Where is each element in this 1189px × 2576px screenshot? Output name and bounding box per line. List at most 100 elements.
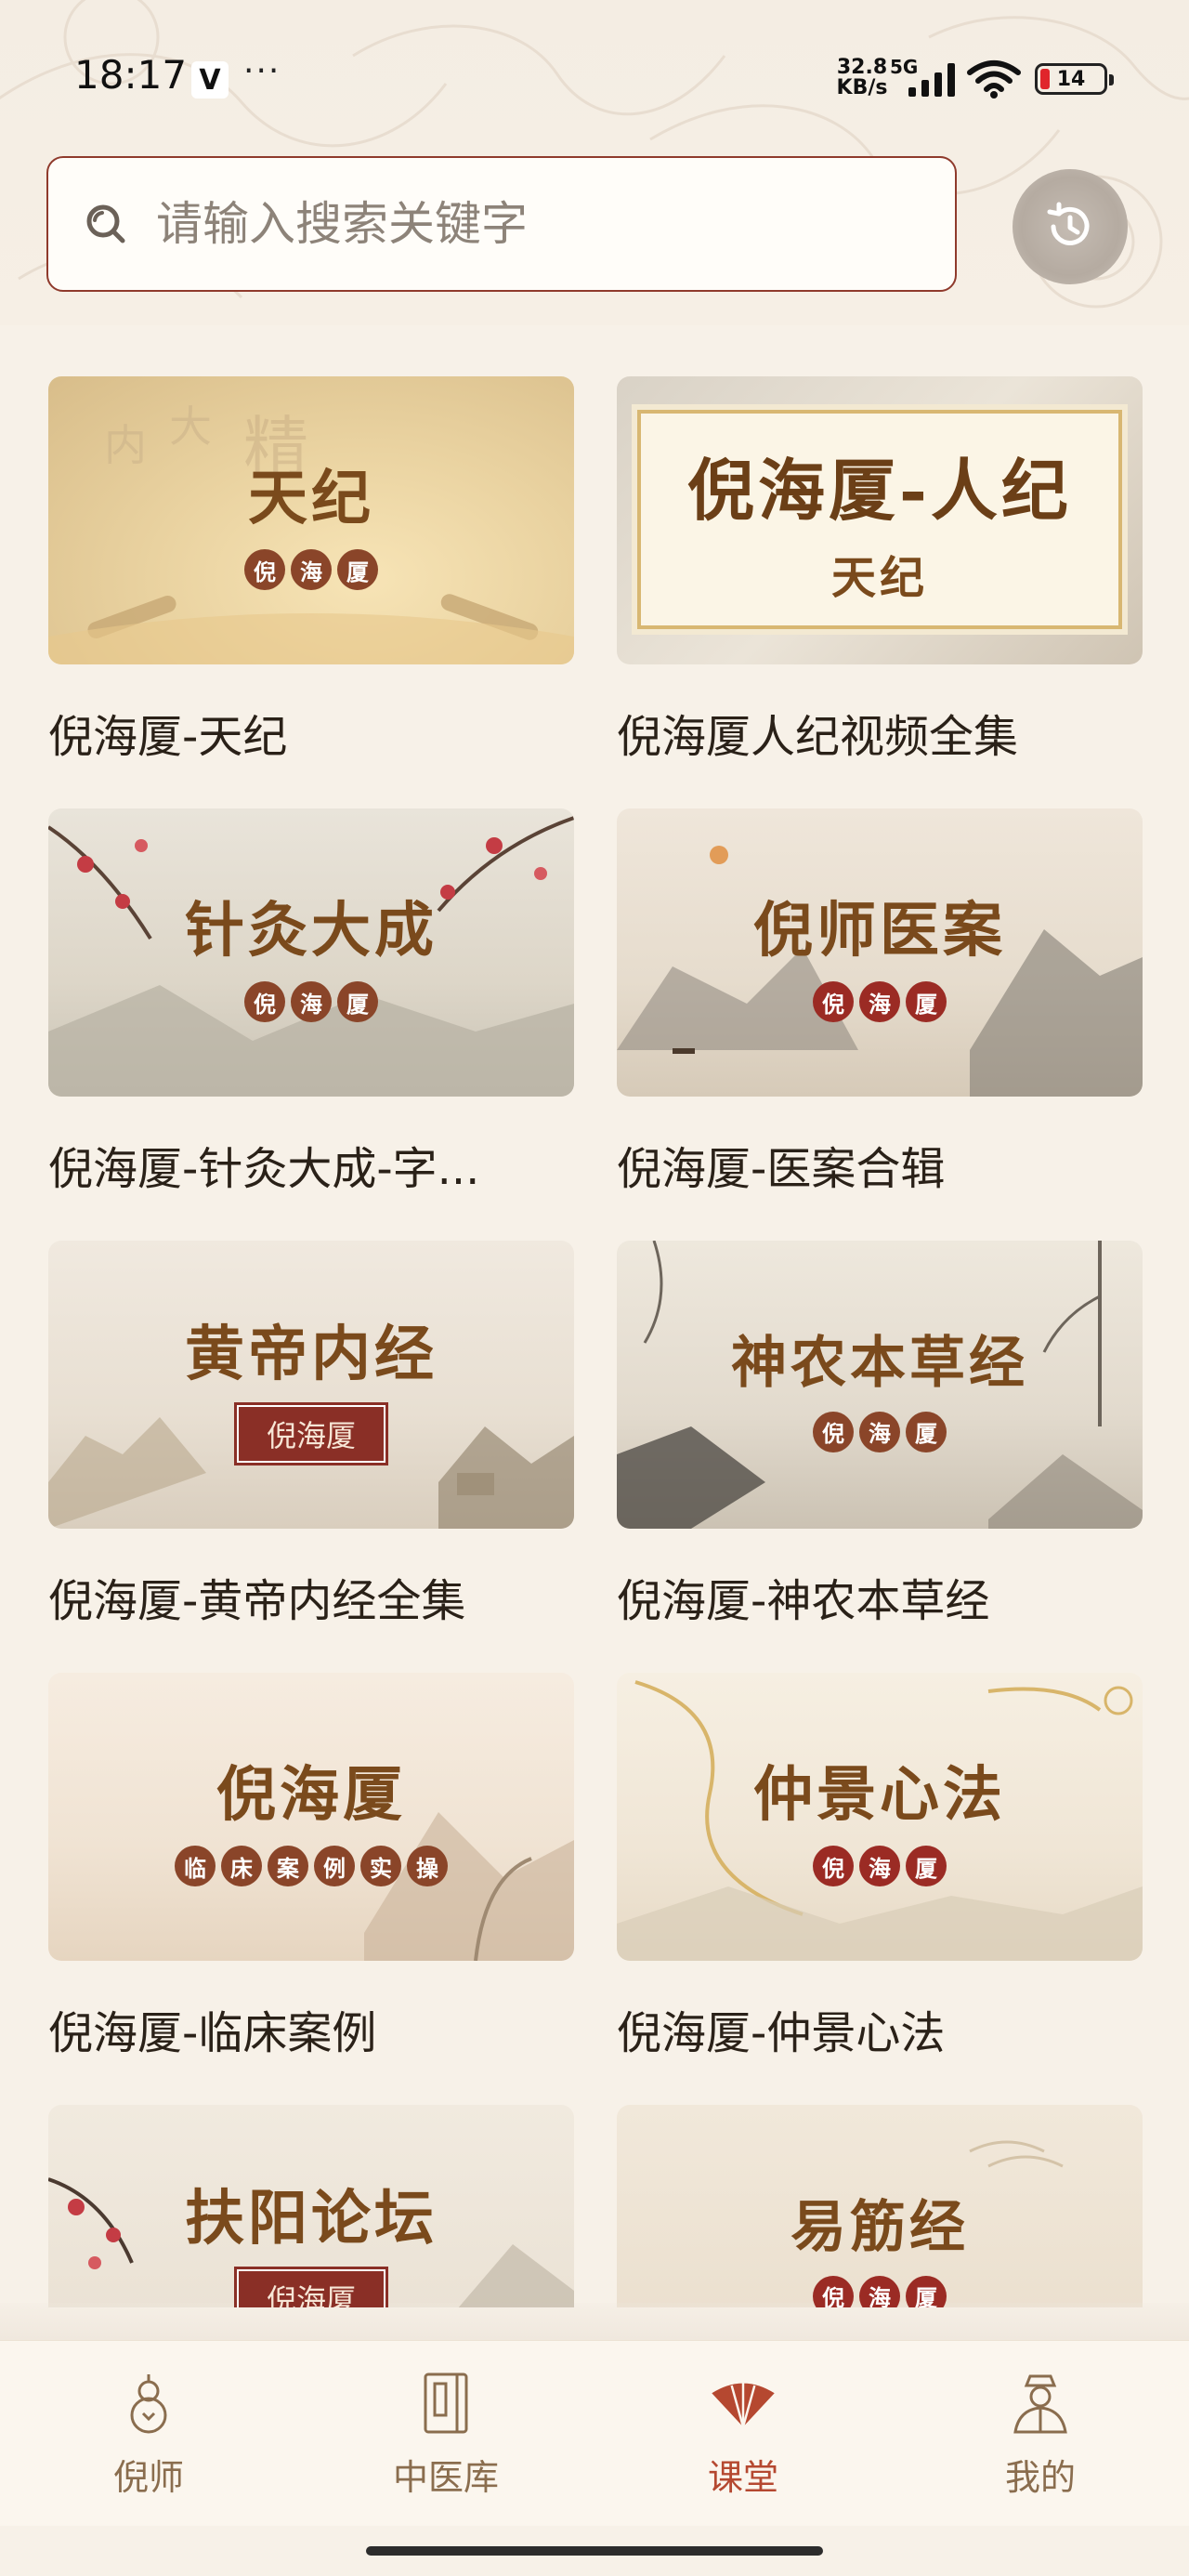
badge-char: 海 <box>291 981 332 1022</box>
badge-char: 倪 <box>813 1411 854 1452</box>
course-card[interactable]: 倪海厦-人纪 天纪 倪海厦人纪视频全集 <box>617 376 1143 765</box>
search-icon <box>86 204 125 243</box>
course-card[interactable]: 倪师医案 倪 海 厦 倪海厦-医案合辑 <box>617 808 1143 1197</box>
badge-char: 海 <box>859 2275 900 2307</box>
author-badge: 倪海厦 <box>233 1402 389 1465</box>
tab-mine[interactable]: 我的 <box>892 2341 1189 2526</box>
course-card[interactable]: 易筋经 倪 海 厦 <box>617 2105 1143 2307</box>
author-badge: 倪 海 厦 <box>813 981 947 1022</box>
badge-char: 倪 <box>813 2275 854 2307</box>
badge-char: 厦 <box>906 981 947 1022</box>
fan-icon <box>709 2369 777 2438</box>
course-title: 倪海厦-天纪 <box>48 711 288 763</box>
author-badge: 临 床 案 例 实 操 <box>175 1846 448 1886</box>
author-badge: 倪 海 厦 <box>244 549 378 590</box>
thumbnail-title: 倪海厦-人纪 <box>687 450 1072 530</box>
course-title: 倪海厦-黄帝内经全集 <box>48 1575 466 1627</box>
course-thumbnail: 扶阳论坛 倪海厦 <box>48 2105 574 2307</box>
course-thumbnail: 易筋经 倪 海 厦 <box>617 2105 1143 2307</box>
svg-text:内: 内 <box>104 420 147 470</box>
badge-char: 厦 <box>337 549 378 590</box>
course-card[interactable]: 扶阳论坛 倪海厦 <box>48 2105 574 2307</box>
course-card[interactable]: 神农本草经 倪 海 厦 倪海厦-神农本草经 <box>617 1241 1143 1629</box>
badge-char: 例 <box>314 1846 355 1886</box>
author-badge: 倪 海 厦 <box>244 981 378 1022</box>
bottom-tab-bar: 倪师 中医库 课堂 我的 <box>0 2340 1189 2526</box>
badge-char: 临 <box>175 1846 216 1886</box>
badge-char: 海 <box>859 1411 900 1452</box>
author-badge: 倪海厦 <box>233 2267 389 2307</box>
course-title: 倪海厦-针灸大成-字... <box>48 1143 480 1195</box>
network-speed: 32.8 KB/s <box>834 58 890 99</box>
course-title: 倪海厦人纪视频全集 <box>617 711 1019 763</box>
badge-char: 案 <box>268 1846 308 1886</box>
tab-tcm-library[interactable]: 中医库 <box>297 2341 594 2526</box>
course-grid: 内 大 精 天纪 倪 海 厦 倪海厦-天纪 倪海厦-人纪 天纪 倪海厦人纪视频全… <box>48 376 1143 2307</box>
history-icon <box>1047 202 1090 245</box>
wifi-icon <box>967 60 1021 99</box>
thumbnail-title: 倪师医案 <box>753 896 1006 966</box>
book-icon <box>412 2369 480 2438</box>
author-badge: 倪 海 厦 <box>813 2275 947 2307</box>
author-badge: 倪 海 厦 <box>813 1411 947 1452</box>
course-card[interactable]: 内 大 精 天纪 倪 海 厦 倪海厦-天纪 <box>48 376 574 765</box>
status-bar: 18:17 V ··· 32.8 KB/s 5G 14 <box>0 0 1189 149</box>
tab-nishi[interactable]: 倪师 <box>0 2341 297 2526</box>
badge-char: 倪 <box>813 981 854 1022</box>
thumbnail-title: 仲景心法 <box>753 1760 1006 1830</box>
badge-char: 床 <box>221 1846 262 1886</box>
course-thumbnail: 神农本草经 倪 海 厦 <box>617 1241 1143 1529</box>
badge-char: 倪 <box>244 981 285 1022</box>
thumbnail-title: 倪海厦 <box>216 1760 406 1830</box>
course-title: 倪海厦-神农本草经 <box>617 1575 990 1627</box>
gourd-icon <box>114 2369 183 2438</box>
badge-char: 厦 <box>337 981 378 1022</box>
course-thumbnail: 仲景心法 倪 海 厦 <box>617 1673 1143 1961</box>
status-time: 18:17 <box>74 52 188 98</box>
course-card[interactable]: 黄帝内经 倪海厦 倪海厦-黄帝内经全集 <box>48 1241 574 1629</box>
tab-label: 中医库 <box>392 2457 499 2498</box>
course-thumbnail: 黄帝内经 倪海厦 <box>48 1241 574 1529</box>
signal-icon <box>908 63 955 97</box>
tab-label: 课堂 <box>707 2457 778 2498</box>
course-thumbnail: 倪海厦-人纪 天纪 <box>617 376 1143 664</box>
history-button[interactable] <box>1013 169 1128 284</box>
badge-char: 厦 <box>906 1846 947 1886</box>
home-indicator[interactable] <box>366 2546 823 2556</box>
course-thumbnail: 内 大 精 天纪 倪 海 厦 <box>48 376 574 664</box>
course-title: 倪海厦-临床案例 <box>48 2007 377 2059</box>
badge-char: 倪 <box>244 549 285 590</box>
badge-char: 海 <box>291 549 332 590</box>
network-speed-unit: KB/s <box>836 76 888 99</box>
battery-indicator: 14 <box>1035 63 1114 95</box>
tab-classroom[interactable]: 课堂 <box>594 2341 892 2526</box>
scroll-fade <box>0 2303 1189 2340</box>
app-notification-icon: V <box>191 61 229 99</box>
tab-label: 倪师 <box>112 2457 184 2498</box>
thumbnail-title: 扶阳论坛 <box>185 2184 438 2254</box>
scholar-icon <box>1006 2369 1075 2438</box>
thumbnail-title: 天纪 <box>248 464 374 533</box>
badge-char: 操 <box>407 1846 448 1886</box>
author-badge: 倪 海 厦 <box>813 1846 947 1886</box>
thumbnail-title: 神农本草经 <box>731 1330 1028 1396</box>
badge-char: 海 <box>859 1846 900 1886</box>
more-notifications-icon: ··· <box>243 52 281 90</box>
course-thumbnail: 倪海厦 临 床 案 例 实 操 <box>48 1673 574 1961</box>
search-bar[interactable] <box>46 156 957 292</box>
course-card[interactable]: 倪海厦 临 床 案 例 实 操 倪海厦-临床案例 <box>48 1673 574 2061</box>
network-speed-value: 32.8 <box>836 56 888 79</box>
svg-text:大: 大 <box>169 401 212 452</box>
thumbnail-title: 针灸大成 <box>185 896 438 966</box>
search-input[interactable] <box>156 197 918 251</box>
course-card[interactable]: 针灸大成 倪 海 厦 倪海厦-针灸大成-字... <box>48 808 574 1197</box>
course-title: 倪海厦-医案合辑 <box>617 1143 946 1195</box>
thumbnail-subtitle: 天纪 <box>830 551 928 604</box>
badge-char: 厦 <box>906 1411 947 1452</box>
course-thumbnail: 倪师医案 倪 海 厦 <box>617 808 1143 1097</box>
course-card[interactable]: 仲景心法 倪 海 厦 倪海厦-仲景心法 <box>617 1673 1143 2061</box>
tab-label: 我的 <box>1004 2457 1076 2498</box>
badge-char: 实 <box>360 1846 401 1886</box>
course-thumbnail: 针灸大成 倪 海 厦 <box>48 808 574 1097</box>
thumbnail-title: 易筋经 <box>790 2194 969 2260</box>
